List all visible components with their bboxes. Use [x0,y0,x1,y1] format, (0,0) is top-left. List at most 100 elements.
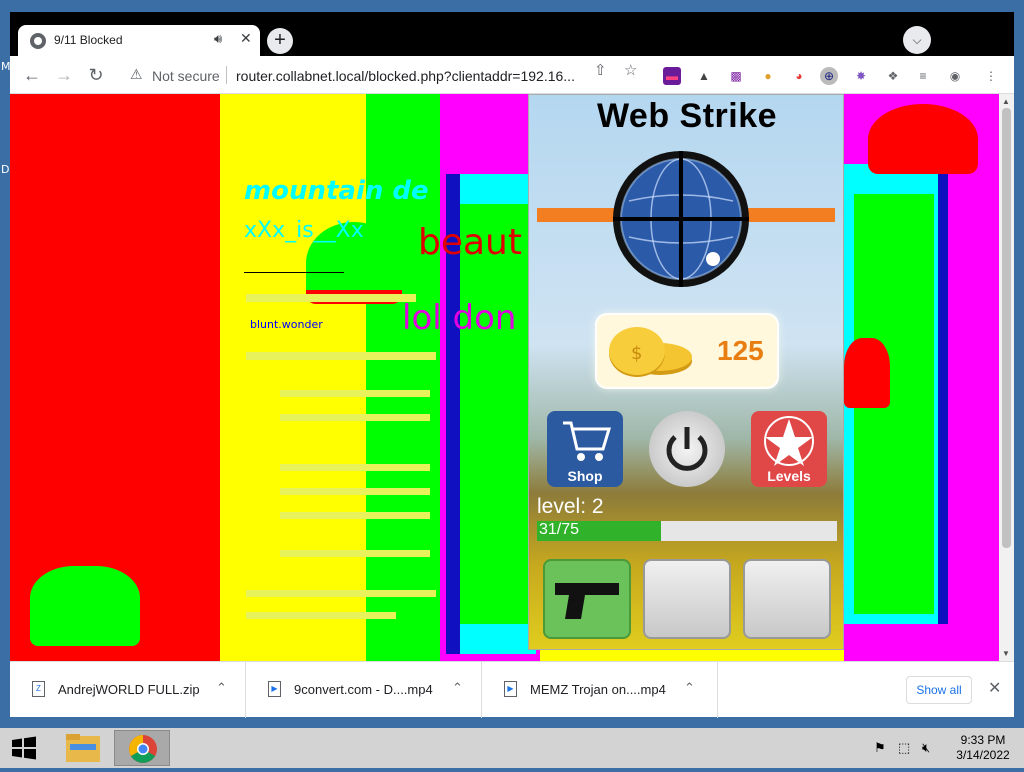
shop-button[interactable]: Shop [547,411,623,487]
new-tab-button[interactable]: + [267,28,293,54]
video-file-icon: ▶ [504,681,517,697]
forward-button[interactable]: → [52,63,76,87]
scroll-up-icon[interactable]: ▲ [1002,97,1010,106]
xp-progress-bar: 31/75 [537,521,837,541]
flag-icon[interactable]: ⚑ [874,740,886,756]
page-viewport: mountain de xXx_is__Xx beaut lol don blu… [10,94,1014,661]
cat-icon[interactable]: ● [759,67,777,85]
chrome-icon [129,735,157,763]
security-label[interactable]: Not secure [152,68,220,84]
browser-window: 9/11 Blocked 🔊︎ ✕ + ⌵ ← → ↻ ⚠ Not secure… [10,12,1014,718]
tab-search-button[interactable]: ⌵ [903,26,931,54]
close-icon[interactable]: ✕ [988,678,1001,698]
address-bar[interactable]: ⚠ Not secure router.collabnet.local/bloc… [118,61,666,89]
star-badge-icon [764,416,814,466]
volume-muted-icon[interactable]: 🔇︎ [922,740,930,756]
download-item[interactable]: ▶ MEMZ Trojan on....mp4 ⌃ [482,662,718,718]
weapon-slot-empty[interactable] [643,559,731,639]
faded-line [246,590,436,597]
download-item[interactable]: ▶ 9convert.com - D....mp4 ⌃ [246,662,482,718]
page-line: blunt.wonder [250,318,323,331]
back-button[interactable]: ← [20,63,44,87]
file-explorer-button[interactable] [56,730,112,766]
chrome-taskbar-button[interactable] [114,730,170,766]
network-icon[interactable]: ⬚ [898,740,910,756]
chevron-up-icon[interactable]: ⌃ [216,680,227,696]
download-name: MEMZ Trojan on....mp4 [530,682,666,697]
blue-edge-right [938,124,948,624]
xp-progress-text: 31/75 [539,521,580,538]
web-strike-title: Web Strike [596,97,778,135]
overlay-text: beaut [418,222,522,263]
coin-stack-icon: $ [609,327,692,377]
vertical-scrollbar[interactable]: ▲ ▼ [999,94,1014,661]
folder-icon [66,734,100,762]
faded-line [280,464,430,471]
globe-icon [30,33,46,49]
desktop-edge-glyph: D [1,163,10,176]
url-text[interactable]: router.collabnet.local/blocked.php?clien… [236,68,575,84]
page-heading: mountain de [244,176,429,206]
pistol-icon [555,583,619,619]
chevron-up-icon[interactable]: ⌃ [452,680,463,696]
hat-icon[interactable]: ▲ [695,67,713,85]
web-strike-panel: Web Strike $ 125 Shop Levels level: 2 31… [528,94,844,650]
weapon-slot-empty[interactable] [743,559,831,639]
chrome-variant-icon[interactable]: ◕ [790,67,808,85]
svg-text:$: $ [631,343,642,364]
faded-line [280,414,430,421]
power-icon [666,427,708,471]
media-icon[interactable]: ≡ [914,67,932,85]
coin-counter: $ 125 [597,315,777,387]
overlay-text: lol don [402,298,517,338]
close-icon[interactable]: ✕ [240,30,252,47]
speaker-icon[interactable]: 🔊︎ [214,31,222,47]
faded-line [280,550,430,557]
chevron-up-icon[interactable]: ⌃ [684,680,695,696]
share-icon[interactable]: ⇧ [594,61,607,79]
show-all-button[interactable]: Show all [906,676,972,704]
star-icon[interactable]: ☆ [624,61,637,79]
levels-label: Levels [767,468,811,484]
download-item[interactable]: Z AndrejWORLD FULL.zip ⌃ [10,662,246,718]
zip-file-icon: Z [32,681,45,697]
levels-button[interactable]: Levels [751,411,827,487]
scroll-thumb[interactable] [1002,108,1011,548]
power-button[interactable] [649,411,725,487]
extension-rainbow-icon[interactable]: ▬ [663,67,681,85]
profile-icon[interactable]: ◉ [946,67,964,85]
video-file-icon: ▶ [268,681,281,697]
clock-date: 3/14/2022 [956,748,1010,762]
green-blotch [456,204,536,624]
invader-icon[interactable]: ▩ [727,67,745,85]
tab-blocked[interactable]: 9/11 Blocked 🔊︎ ✕ [18,25,260,56]
scroll-down-icon[interactable]: ▼ [1002,649,1010,658]
clock-time: 9:33 PM [960,733,1006,747]
tab-title: 9/11 Blocked [54,33,123,47]
crosshair-globe-icon [613,151,749,287]
crosshair-icon[interactable]: ⊕ [820,67,838,85]
windows-start-icon[interactable] [4,732,44,764]
puzzle-icon[interactable]: ❖ [884,67,902,85]
taskbar: ⚑ ⬚ 🔇︎ 9:33 PM 3/14/2022 [0,728,1024,768]
warning-icon[interactable]: ⚠ [130,66,143,83]
divider [226,66,227,84]
divider [244,272,344,273]
faded-line [280,512,430,519]
menu-icon[interactable]: ⋮ [982,67,1000,85]
hat-graphic [844,338,890,408]
download-name: 9convert.com - D....mp4 [294,682,433,697]
weapon-slot-pistol[interactable] [543,559,631,639]
faded-line [280,488,430,495]
faded-line [246,352,436,360]
tab-strip: 9/11 Blocked 🔊︎ ✕ + ⌵ [10,12,1014,56]
shop-label: Shop [567,468,603,484]
system-clock[interactable]: 9:33 PM 3/14/2022 [948,733,1018,763]
hat-graphic [30,566,140,646]
reload-button[interactable]: ↻ [84,63,108,87]
hat-graphic [868,104,978,174]
virus-icon[interactable]: ✸ [852,67,870,85]
downloads-bar: Z AndrejWORLD FULL.zip ⌃ ▶ 9convert.com … [10,661,1014,718]
faded-line [246,612,396,619]
level-label: level: 2 [537,495,604,518]
